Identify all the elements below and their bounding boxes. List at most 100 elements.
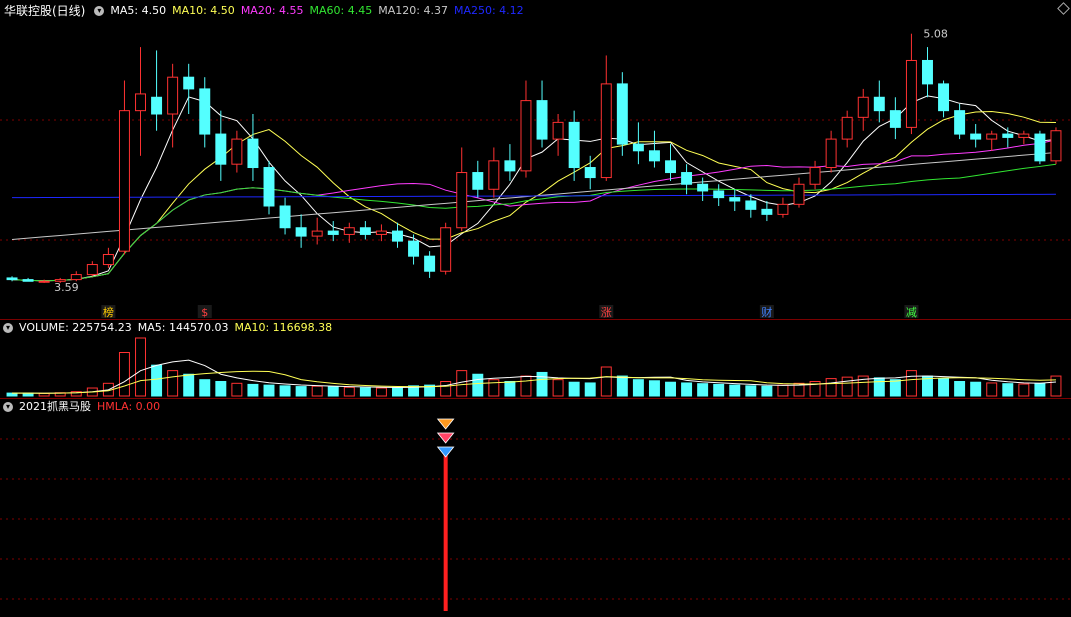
volume-bar	[697, 383, 709, 397]
volume-toggle-icon[interactable]: ▾	[3, 323, 13, 333]
candle-body	[568, 121, 580, 169]
candle-body	[263, 167, 275, 207]
volume-bar	[616, 375, 628, 397]
candle-body	[472, 172, 484, 190]
candle-body	[681, 172, 693, 185]
volume-bar	[632, 379, 644, 397]
volume-bar	[648, 380, 660, 397]
volume-bar	[472, 373, 484, 397]
volume-bar	[1002, 383, 1014, 397]
volume-bar	[151, 364, 163, 397]
volume-ma10-readout: MA10: 116698.38	[234, 321, 333, 334]
candle-body	[825, 138, 837, 169]
low-price-label: 3.59	[54, 281, 79, 294]
candle-body	[167, 76, 179, 115]
price-chart-panel[interactable]: 5.08 3.59 榜 $ 涨 财 减	[0, 0, 1071, 320]
candle-body	[327, 230, 339, 235]
volume-bar	[889, 379, 901, 397]
volume-bar	[954, 381, 966, 397]
candle-body	[231, 138, 243, 165]
candle-body	[857, 96, 869, 118]
candle-body	[632, 143, 644, 152]
volume-bar	[359, 387, 371, 397]
ma10-readout: MA10: 4.50	[172, 4, 235, 17]
volume-bar	[970, 381, 982, 397]
candle-body	[873, 96, 885, 112]
volume-bar	[1034, 382, 1046, 397]
event-marker-label: 榜	[103, 305, 114, 319]
ma5-readout: MA5: 4.50	[110, 4, 167, 17]
candle-body	[938, 83, 950, 112]
volume-bar	[118, 352, 130, 397]
signal-gem-icon	[436, 432, 455, 444]
candle-body	[215, 133, 227, 165]
candle-body	[359, 227, 371, 235]
hmla-readout: HMLA: 0.00	[97, 400, 161, 413]
candle-body	[986, 133, 998, 140]
volume-panel-header: ▾ VOLUME: 225754.23 MA5: 144570.03 MA10:…	[0, 320, 338, 336]
signal-bar	[443, 455, 448, 611]
volume-bar	[343, 386, 355, 397]
volume-bar	[183, 373, 195, 397]
candle-body	[6, 277, 18, 281]
candle-body	[697, 183, 709, 192]
candle-body	[311, 230, 323, 237]
candle-body	[118, 110, 130, 252]
volume-bar	[841, 376, 853, 397]
volume-bar	[135, 337, 146, 397]
candle-body	[1050, 130, 1062, 162]
volume-bar	[1050, 375, 1062, 397]
volume-bar	[681, 382, 693, 397]
candle-body	[22, 279, 34, 282]
candle-body	[1002, 133, 1014, 138]
candle-body	[504, 160, 516, 172]
price-panel-header: 华联控股(日线) ▾ MA5: 4.50 MA10: 4.50 MA20: 4.…	[0, 3, 530, 19]
candle-body	[247, 138, 259, 169]
indicator-panel-header: ▾ 2021抓黑马股 HMLA: 0.00	[0, 399, 166, 415]
candle-body	[970, 133, 982, 140]
ma60-readout: MA60: 4.45	[309, 4, 373, 17]
volume-bar	[1018, 383, 1030, 397]
volume-bar	[295, 386, 307, 397]
volume-bar	[986, 382, 998, 397]
candle-body	[38, 280, 50, 283]
volume-bar	[745, 385, 757, 397]
indicator-toggle-icon[interactable]: ▾	[3, 402, 13, 412]
ma60-line	[12, 163, 1057, 282]
candle-body	[295, 227, 307, 237]
candle-body	[809, 167, 821, 185]
candle-body	[343, 227, 355, 235]
high-price-label: 5.08	[923, 28, 948, 41]
candle-body	[600, 83, 612, 179]
candle-body	[424, 255, 436, 272]
candle-body	[456, 172, 468, 229]
volume-bar	[938, 378, 950, 397]
volume-bar	[38, 392, 50, 397]
volume-bar	[665, 381, 676, 397]
volume-bar	[761, 385, 773, 397]
signal-gem-icon	[436, 446, 455, 458]
volume-bar	[536, 371, 548, 397]
volume-bar	[392, 386, 403, 397]
volume-bar	[584, 382, 596, 397]
volume-bar	[777, 384, 789, 397]
settings-toggle-icon[interactable]: ▾	[94, 6, 105, 16]
candle-body	[440, 227, 452, 272]
candle-body	[408, 240, 420, 257]
candle-body	[375, 230, 387, 235]
volume-bar	[247, 383, 259, 397]
candle-body	[616, 83, 628, 145]
ma20-line	[12, 139, 1057, 282]
candle-body	[777, 203, 789, 215]
candle-body	[922, 59, 933, 85]
volume-bar	[552, 379, 564, 397]
indicator-panel[interactable]	[0, 399, 1071, 617]
candle-body	[954, 110, 966, 135]
ma20-readout: MA20: 4.55	[240, 4, 304, 17]
candle-body	[135, 93, 146, 112]
stock-chart-window: 5.08 3.59 榜 $ 涨 财 减 华联控股(日线) ▾ MA5: 4.50 MA10:…	[0, 0, 1071, 617]
indicator-name: 2021抓黑马股	[19, 400, 91, 413]
candle-body	[392, 230, 403, 242]
candle-body	[889, 110, 901, 128]
volume-bar	[825, 378, 837, 397]
